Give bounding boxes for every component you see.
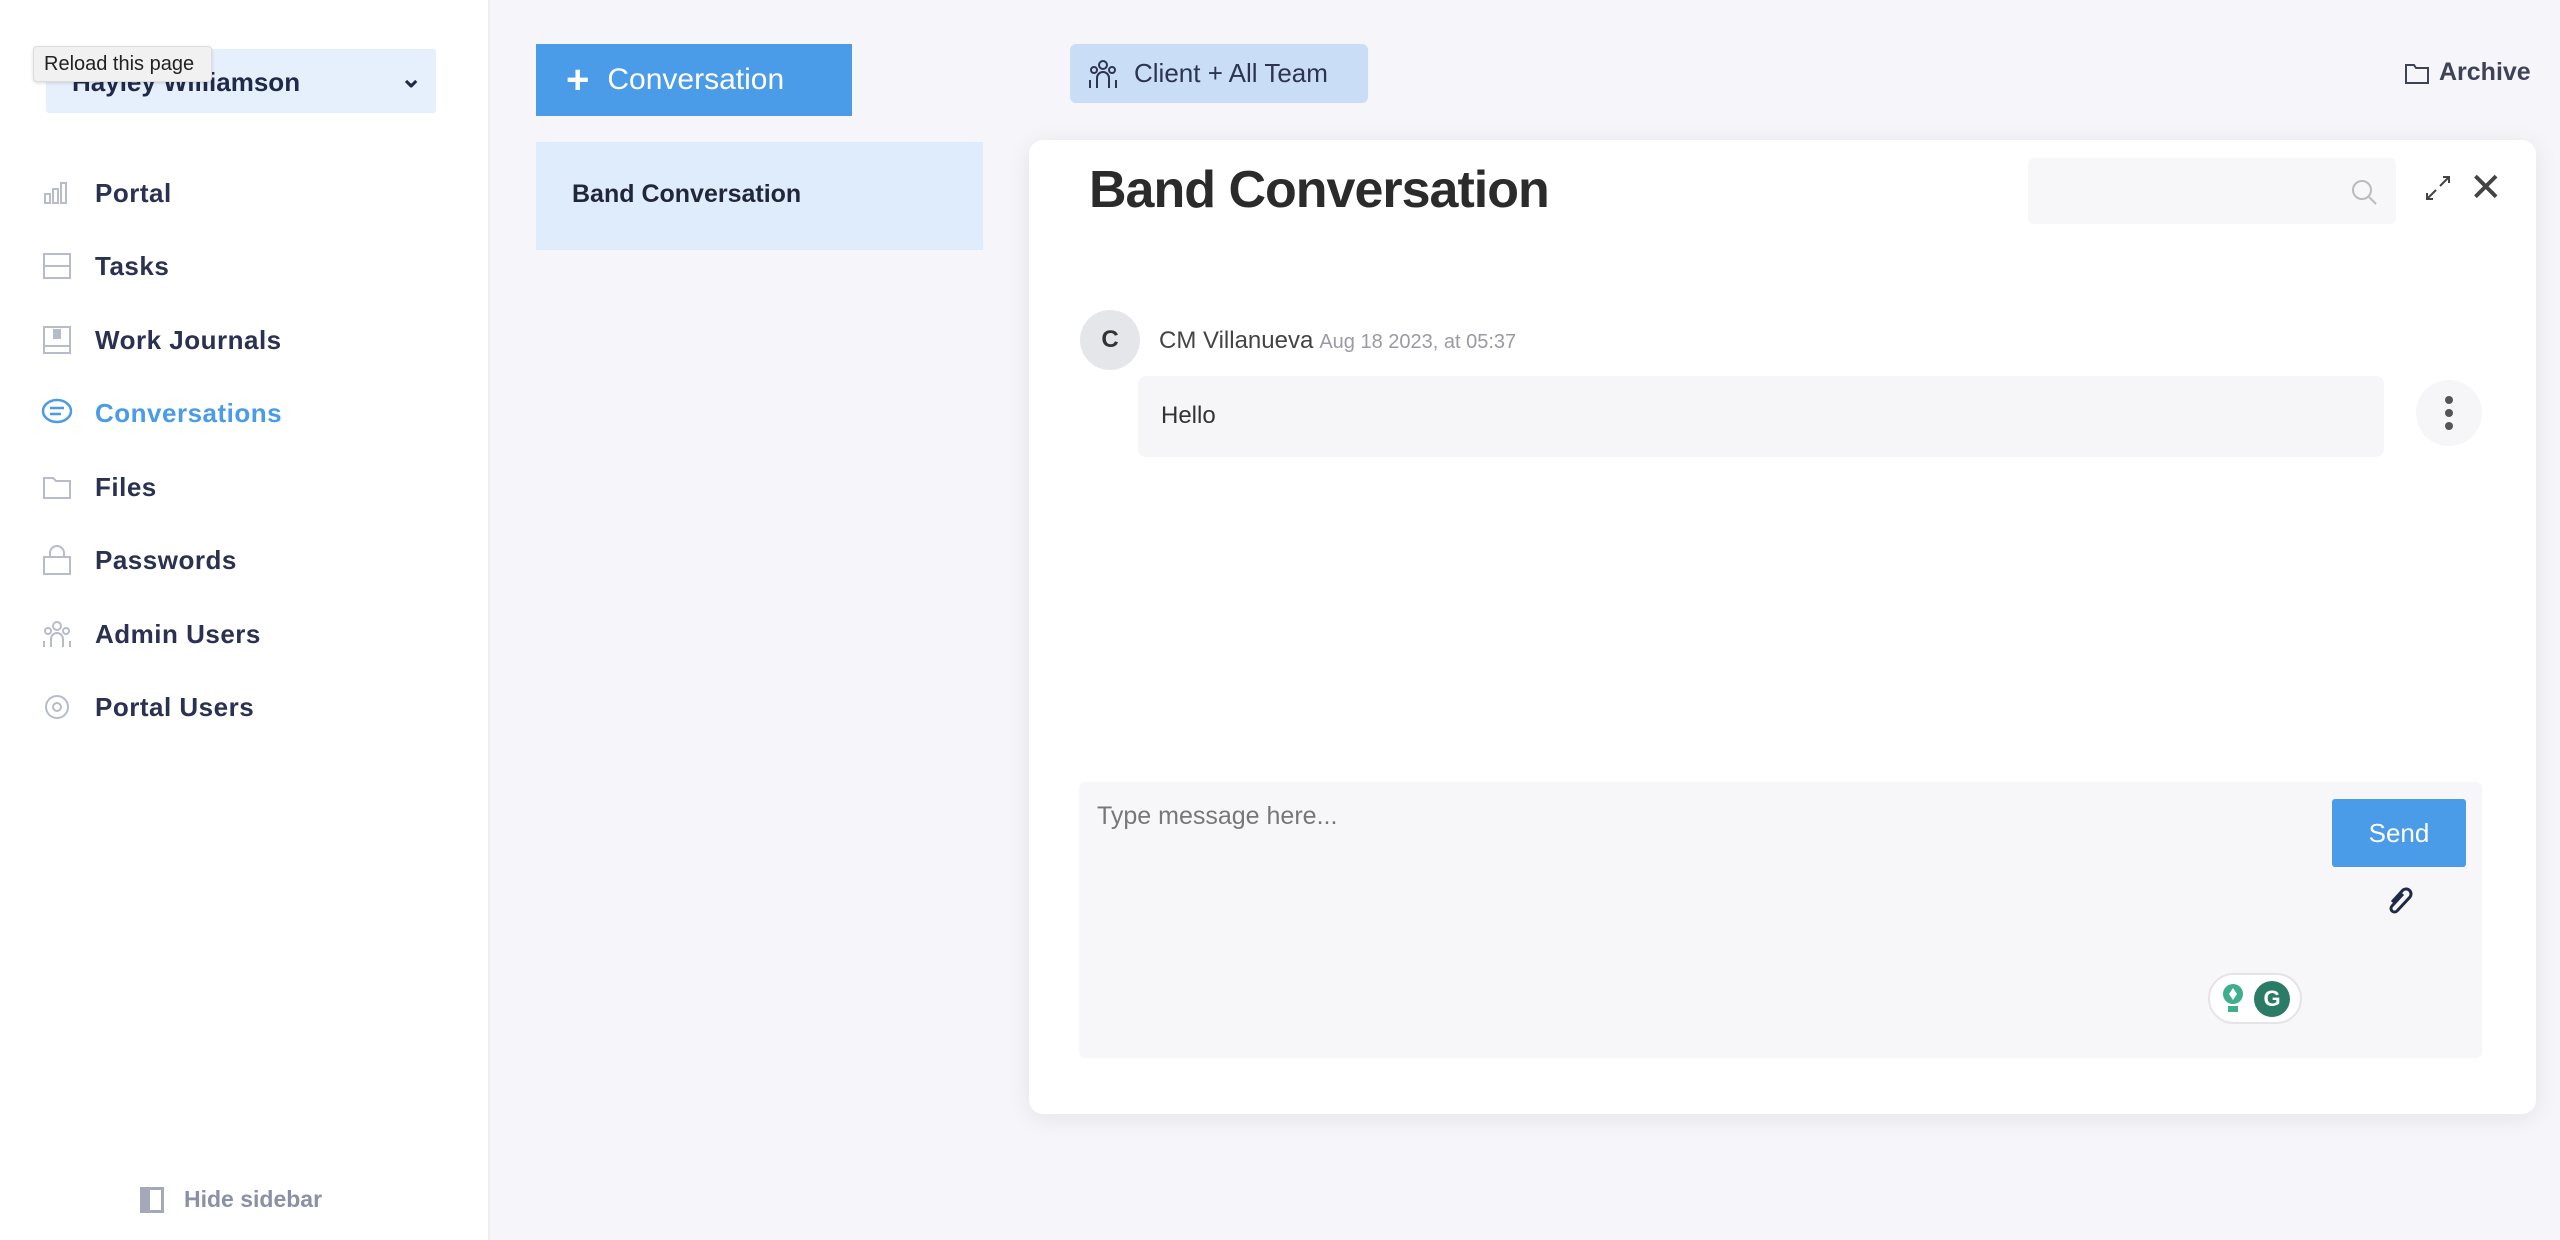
sidebar-item-tasks[interactable]: Tasks	[40, 241, 460, 291]
sidebar-item-conversations[interactable]: Conversations	[40, 388, 460, 438]
sidebar-item-portal-users[interactable]: Portal Users	[40, 682, 460, 732]
message-author: CM Villanueva	[1159, 327, 1314, 354]
hide-sidebar-button[interactable]: Hide sidebar	[140, 1186, 322, 1213]
sidebar-item-label: Files	[95, 471, 157, 502]
sidebar-item-label: Portal	[95, 177, 172, 208]
message-menu-button[interactable]	[2416, 380, 2482, 446]
close-icon[interactable]: ✕	[2469, 168, 2503, 208]
audience-chip[interactable]: Client + All Team	[1070, 44, 1368, 103]
conversation-list-item[interactable]: Band Conversation	[536, 142, 983, 250]
lightbulb-icon	[2223, 983, 2243, 1012]
expand-icon[interactable]	[2424, 174, 2452, 202]
paperclip-icon[interactable]	[2384, 882, 2418, 916]
search-icon	[2352, 180, 2377, 205]
avatar: C	[1080, 310, 1140, 370]
journal-icon	[40, 323, 74, 357]
send-button[interactable]: Send	[2332, 799, 2466, 867]
conversation-panel: Band Conversation ✕ C CM Villanueva Aug 1…	[1029, 140, 2536, 1114]
message-header: CM Villanueva Aug 18 2023, at 05:37	[1159, 327, 1516, 355]
new-conversation-label: Conversation	[607, 63, 785, 96]
chevron-down-icon: ⌄	[400, 63, 422, 93]
kebab-dot	[2445, 396, 2453, 404]
kebab-dot	[2445, 409, 2453, 417]
grammarly-widget[interactable]: G	[2208, 973, 2302, 1024]
conversation-title: Band Conversation	[1089, 161, 1550, 219]
team-icon	[1089, 59, 1117, 88]
sidebar-item-label: Portal Users	[95, 691, 255, 722]
sidebar-item-passwords[interactable]: Passwords	[40, 535, 460, 585]
message-search-input[interactable]	[2028, 158, 2396, 224]
message-time: Aug 18 2023, at 05:37	[1319, 331, 1517, 353]
sidebar-item-files[interactable]: Files	[40, 462, 460, 512]
hide-sidebar-label: Hide sidebar	[184, 1186, 323, 1212]
kebab-dot	[2445, 422, 2453, 430]
archive-folder-icon	[2405, 63, 2429, 84]
sidebar-item-label: Passwords	[95, 544, 237, 575]
sidebar-item-label: Conversations	[95, 397, 283, 428]
message-bubble: Hello	[1138, 376, 2384, 457]
plus-icon: +	[566, 57, 590, 102]
sidebar: Reload this page Hayley Williamson ⌄ Port…	[0, 0, 490, 1240]
users-icon	[40, 617, 74, 651]
audience-chip-label: Client + All Team	[1134, 58, 1328, 88]
folder-icon	[40, 470, 74, 504]
sidebar-item-label: Tasks	[95, 250, 170, 281]
sidebar-item-label: Work Journals	[95, 324, 282, 355]
bar-chart-icon	[40, 176, 74, 210]
sidebar-item-label: Admin Users	[95, 618, 261, 649]
sidebar-item-admin-users[interactable]: Admin Users	[40, 609, 460, 659]
grammarly-icon: G	[2254, 980, 2290, 1017]
chat-icon	[40, 396, 74, 430]
lock-icon	[40, 543, 74, 577]
gear-icon	[40, 690, 74, 724]
composer: Send G	[1079, 782, 2482, 1058]
archive-label: Archive	[2439, 58, 2531, 86]
archive-button[interactable]: Archive	[2405, 58, 2531, 87]
sidebar-item-portal[interactable]: Portal	[40, 168, 460, 218]
tooltip: Reload this page	[33, 46, 212, 82]
sidebar-item-work-journals[interactable]: Work Journals	[40, 315, 460, 365]
tasks-icon	[40, 249, 74, 283]
message-input[interactable]	[1079, 782, 2309, 1052]
new-conversation-button[interactable]: + Conversation	[536, 44, 852, 116]
sidebar-toggle-icon	[140, 1186, 164, 1213]
